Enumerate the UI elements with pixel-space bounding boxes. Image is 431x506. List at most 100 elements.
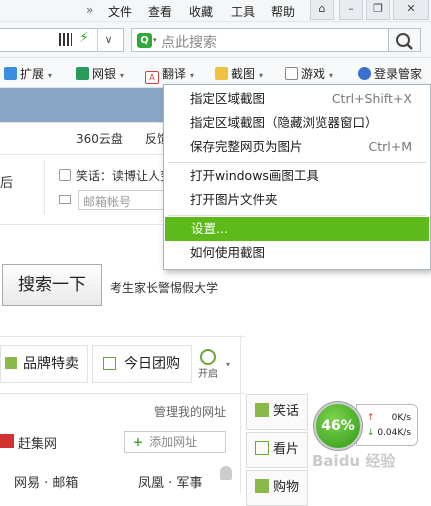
minimize-icon[interactable]: – <box>339 0 363 20</box>
menu-item-how-to-use[interactable]: 如何使用截图 <box>164 241 430 265</box>
menu-item-label: 保存完整网页为图片 <box>190 139 303 154</box>
search-input[interactable]: Q ▾ 点此搜索 <box>131 28 389 52</box>
divider <box>44 160 45 214</box>
acceleration-ball[interactable]: 46% <box>314 402 362 450</box>
group-buy-icon <box>103 357 116 370</box>
side-joke-label: 笑话 <box>273 404 300 419</box>
side-joke-button[interactable]: 笑话 <box>246 394 308 430</box>
trophy-icon <box>255 403 269 417</box>
engine-dropdown-icon[interactable]: ▾ <box>153 36 157 44</box>
menu-item-save-full-page[interactable]: 保存完整网页为图片 Ctrl+M <box>164 135 430 159</box>
tab-group-buy[interactable]: 今日团购 <box>92 345 192 383</box>
menu-item-region-capture-hidden[interactable]: 指定区域截图（隐藏浏览器窗口） <box>164 111 430 135</box>
promo-link[interactable]: 考生家长警惕假大学 <box>110 279 218 296</box>
menu-item-settings[interactable]: 设置... <box>165 217 429 241</box>
manage-sites-link[interactable]: 管理我的网址 <box>154 403 226 420</box>
tab-brand-sale[interactable]: 品牌特卖 <box>0 345 88 383</box>
toolbar-extension-label: 扩展 <box>20 67 45 81</box>
upload-arrow-icon: ↑ <box>367 413 375 423</box>
qr-code-icon[interactable] <box>59 33 72 46</box>
toolbar-bank-label: 网银 <box>92 67 117 81</box>
tab-group-buy-label: 今日团购 <box>124 356 180 372</box>
menu-item-open-folder[interactable]: 打开图片文件夹 <box>164 188 430 212</box>
menu-item-label: 指定区域截图 <box>190 91 266 106</box>
translate-icon: A <box>145 71 159 84</box>
toggle-label: 开启 <box>198 369 218 380</box>
screenshot-context-menu: 指定区域截图 Ctrl+Shift+X 指定区域截图（隐藏浏览器窗口） 保存完整网… <box>163 84 431 270</box>
lightning-icon[interactable]: ⚡ <box>79 30 89 46</box>
film-icon <box>255 441 269 455</box>
add-site-button[interactable]: + 添加网址 <box>124 431 226 453</box>
toolbar-games-label: 游戏 <box>301 67 326 81</box>
chevron-down-icon[interactable]: ▾ <box>226 360 230 369</box>
add-site-label: 添加网址 <box>149 435 198 449</box>
chevron-down-icon: ▾ <box>259 71 264 80</box>
menu-item-shortcut: Ctrl+M <box>368 139 413 154</box>
site-ifeng[interactable]: 凤凰 · 军事 <box>138 472 202 491</box>
chevron-down-icon: ▾ <box>190 71 195 80</box>
gamepad-icon <box>285 67 298 80</box>
chevron-down-icon[interactable]: ∨ <box>97 29 119 51</box>
site-netease[interactable]: 网易 · 邮箱 <box>14 472 78 491</box>
menu-item-label: 打开图片文件夹 <box>190 192 278 207</box>
menu-item-label: 设置... <box>191 221 228 236</box>
toolbar-extension[interactable]: 扩展 ▾ <box>4 65 52 82</box>
divider <box>0 393 245 394</box>
toolbar-login-manager-label: 登录管家 <box>374 67 423 81</box>
email-field[interactable]: 邮箱帐号 <box>78 190 168 210</box>
address-input[interactable]: ⚡ ∨ <box>0 28 124 52</box>
menu-bar: » 文件 查看 收藏 工具 帮助 ⌂ – ❐ ✕ <box>0 0 431 22</box>
toolbar-games[interactable]: 游戏 ▾ <box>285 65 333 82</box>
chevron-down-icon: ▾ <box>120 71 125 80</box>
restore-icon[interactable]: ❐ <box>366 0 390 20</box>
menu-item-label: 如何使用截图 <box>190 245 266 260</box>
toggle-button[interactable]: 开启 <box>196 349 220 383</box>
search-engine-icon[interactable]: Q <box>137 33 152 48</box>
chevron-down-icon: ▾ <box>48 71 53 80</box>
menu-favorites[interactable]: 收藏 <box>189 3 213 20</box>
upload-speed: 0K/s <box>391 413 411 423</box>
site-ganji[interactable]: 赶集网 <box>18 433 57 452</box>
side-video-button[interactable]: 看片 <box>246 432 308 468</box>
menu-overflow-chevron[interactable]: » <box>86 3 93 17</box>
toolbar-screenshot[interactable]: 截图 ▾ <box>215 65 263 82</box>
network-speed-panel: ↑ 0K/s ↓ 0.04K/s <box>356 404 418 446</box>
toolbar-screenshot-label: 截图 <box>231 67 256 81</box>
main-search-button[interactable]: 搜索一下 <box>2 264 102 306</box>
menu-separator <box>168 215 426 216</box>
cart-icon <box>255 479 269 493</box>
joke-icon <box>59 169 71 181</box>
menu-file[interactable]: 文件 <box>108 3 132 20</box>
search-icon <box>396 33 413 50</box>
mail-icon <box>59 195 71 204</box>
menu-item-label: 指定区域截图（隐藏浏览器窗口） <box>190 115 378 130</box>
menu-item-region-capture[interactable]: 指定区域截图 Ctrl+Shift+X <box>164 87 430 111</box>
menu-tools[interactable]: 工具 <box>231 3 255 20</box>
side-shopping-button[interactable]: 购物 <box>246 470 308 506</box>
ganji-icon <box>0 434 14 448</box>
toolbar-translate[interactable]: A 翻译 ▾ <box>145 65 194 84</box>
toolbar-bank[interactable]: 网银 ▾ <box>76 65 124 82</box>
plus-icon: + <box>133 435 144 449</box>
power-icon <box>200 349 216 365</box>
scissors-icon <box>215 67 228 80</box>
pin-window-icon[interactable]: ⌂ <box>310 0 334 20</box>
toolbar-login-manager[interactable]: 登录管家 <box>358 65 422 82</box>
extension-icon <box>4 67 17 80</box>
menu-help[interactable]: 帮助 <box>271 3 295 20</box>
menu-item-open-paint[interactable]: 打开windows画图工具 <box>164 164 430 188</box>
user-icon[interactable] <box>220 466 232 480</box>
download-arrow-icon: ↓ <box>367 428 375 438</box>
left-fragment: 后 <box>0 176 14 191</box>
joke-link[interactable]: 笑话：读博让人变 <box>76 167 172 184</box>
menu-view[interactable]: 查看 <box>148 3 172 20</box>
cloud-disk-link[interactable]: 360云盘 <box>76 130 123 147</box>
email-placeholder: 邮箱帐号 <box>83 195 132 209</box>
bank-shield-icon <box>76 67 89 80</box>
search-button[interactable] <box>389 28 421 52</box>
cart-icon <box>5 357 17 369</box>
side-video-label: 看片 <box>273 442 300 457</box>
divider <box>0 336 245 337</box>
close-icon[interactable]: ✕ <box>393 0 429 20</box>
address-bar-row: ⚡ ∨ Q ▾ 点此搜索 <box>0 22 431 58</box>
